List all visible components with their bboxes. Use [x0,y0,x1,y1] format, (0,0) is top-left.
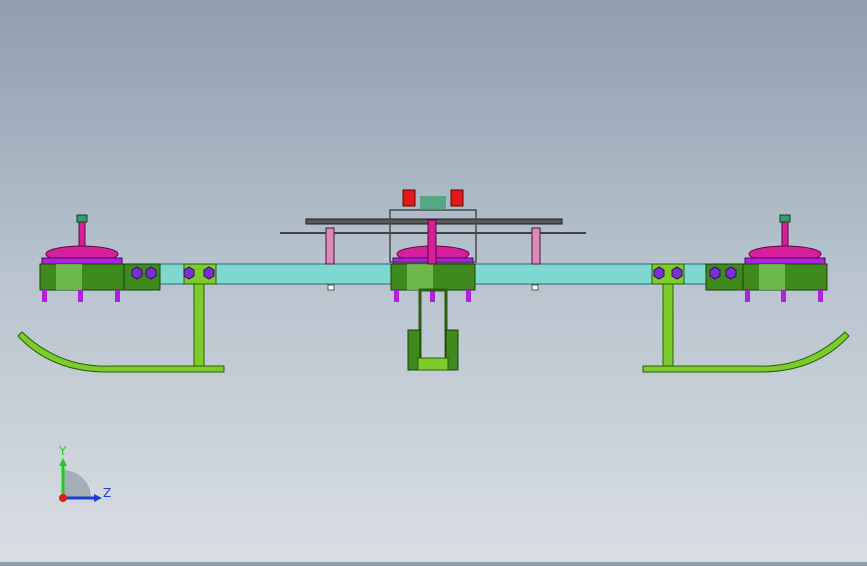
model-canvas[interactable]: Y Z [0,0,867,562]
left-motor [39,214,125,302]
cad-viewport[interactable]: Y Z [0,0,867,562]
axis-triad[interactable]: Y Z [58,444,111,502]
y-axis-label: Y [58,444,67,458]
left-skid [17,283,225,373]
flight-controller [280,189,586,265]
z-axis-label: Z [103,486,111,500]
right-motor [742,214,828,302]
